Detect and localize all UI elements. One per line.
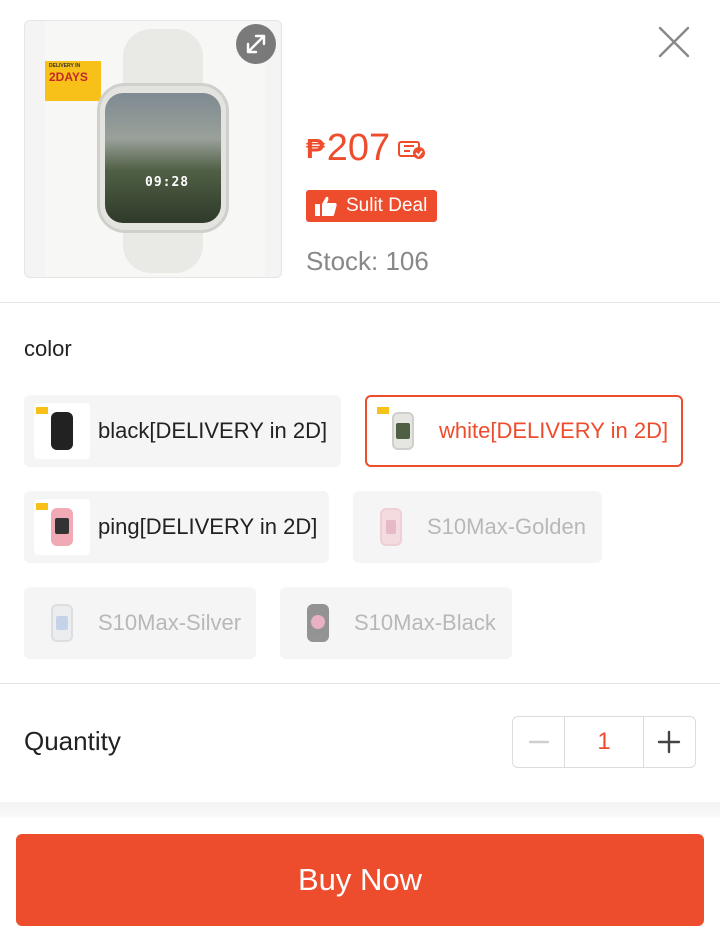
product-header: DELIVERY IN 2DAYS 09:28 ₱ 207 Sulit Deal… [0, 0, 720, 302]
delivery-tag-icon [36, 407, 48, 414]
option-label: S10Max-Black [354, 610, 496, 635]
delivery-badge-text: 2DAYS [49, 70, 88, 85]
option-thumbnail [363, 499, 419, 555]
stock-count: Stock: 106 [306, 246, 429, 276]
black-watch-icon [51, 412, 73, 450]
close-button[interactable] [652, 20, 696, 64]
option-label: white[DELIVERY in 2D] [439, 418, 669, 443]
divider [0, 302, 720, 303]
quantity-label: Quantity [24, 726, 121, 756]
divider [0, 683, 720, 684]
option-s10max-silver[interactable]: S10Max-Silver [24, 587, 256, 659]
product-price: ₱ 207 [306, 127, 426, 170]
option-white[interactable]: white[DELIVERY in 2D] [365, 395, 683, 467]
watch-screen: 09:28 [105, 93, 221, 223]
minus-icon [528, 740, 549, 744]
close-icon [658, 26, 690, 58]
option-s10max-golden[interactable]: S10Max-Golden [353, 491, 602, 563]
deal-label: Sulit Deal [346, 195, 428, 216]
increase-quantity-button[interactable] [644, 717, 695, 767]
variation-label: color [24, 336, 72, 361]
delivery-tag-icon [377, 407, 389, 414]
pink-watch-icon [51, 508, 73, 546]
delivery-tag-icon [36, 503, 48, 510]
option-thumbnail [34, 499, 90, 555]
option-thumbnail [34, 403, 90, 459]
quantity-input[interactable]: 1 [564, 717, 644, 767]
thumbs-up-icon [314, 195, 338, 217]
option-label: black[DELIVERY in 2D] [98, 418, 328, 443]
option-black[interactable]: black[DELIVERY in 2D] [24, 395, 341, 467]
watch-time: 09:28 [145, 175, 190, 190]
option-s10max-black[interactable]: S10Max-Black [280, 587, 512, 659]
black-max-watch-icon [307, 604, 329, 642]
separator-band [0, 802, 720, 818]
decrease-quantity-button[interactable] [513, 717, 564, 767]
option-thumbnail [34, 595, 90, 651]
option-label: ping[DELIVERY in 2D] [98, 514, 318, 539]
plus-icon [658, 730, 681, 754]
delivery-badge-caption: DELIVERY IN [49, 63, 81, 69]
buy-now-button[interactable]: Buy Now [16, 834, 704, 926]
sulit-deal-badge: Sulit Deal [306, 190, 438, 222]
silver-watch-icon [51, 604, 73, 642]
option-thumbnail [290, 595, 346, 651]
quantity-stepper: 1 [512, 716, 696, 768]
white-watch-icon [392, 412, 414, 450]
option-label: S10Max-Golden [427, 514, 586, 539]
currency-symbol: ₱ [306, 132, 325, 164]
option-ping[interactable]: ping[DELIVERY in 2D] [24, 491, 329, 563]
voucher-icon [398, 138, 426, 160]
expand-icon [246, 34, 266, 54]
price-value: 207 [326, 127, 391, 169]
delivery-badge: DELIVERY IN 2DAYS [45, 61, 101, 101]
expand-image-button[interactable] [236, 24, 276, 64]
option-thumbnail [375, 403, 431, 459]
golden-watch-icon [380, 508, 402, 546]
option-label: S10Max-Silver [98, 610, 242, 635]
